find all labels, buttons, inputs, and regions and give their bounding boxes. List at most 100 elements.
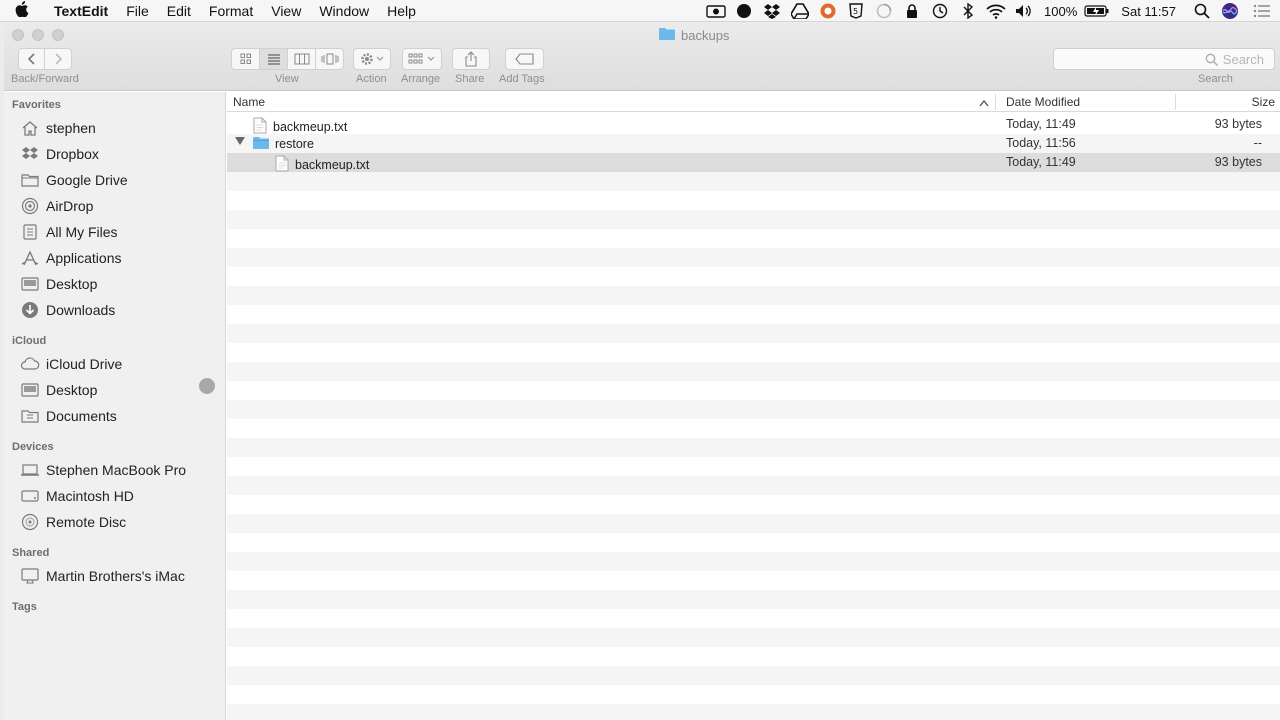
bluetooth-icon[interactable] xyxy=(954,3,982,19)
search-icon xyxy=(1205,53,1218,66)
lock-icon[interactable] xyxy=(898,3,926,19)
sidebar-section-icloud: iCloud xyxy=(12,335,47,347)
zoom-window-button[interactable] xyxy=(52,29,64,41)
view-mode-control xyxy=(231,48,344,70)
sidebar-item-icloud-desktop[interactable]: Desktop xyxy=(20,379,97,401)
view-label: View xyxy=(275,73,299,85)
battery-percent[interactable]: 100% xyxy=(1038,4,1083,19)
sidebar-item-all-my-files[interactable]: All My Files xyxy=(20,221,118,243)
share-button[interactable] xyxy=(452,48,490,70)
column-header-date[interactable]: Date Modified xyxy=(1006,95,1080,109)
airdrop-icon xyxy=(20,197,40,215)
row-stripe xyxy=(227,248,1280,267)
icon-view-button[interactable] xyxy=(232,49,260,69)
sidebar-item-remote-disc[interactable]: Remote Disc xyxy=(20,511,126,533)
dropbox-status-icon[interactable] xyxy=(758,3,786,19)
add-tags-label: Add Tags xyxy=(499,73,545,85)
imac-icon xyxy=(20,567,40,585)
sidebar-item-martin-imac[interactable]: Martin Brothers's iMac xyxy=(20,565,185,587)
sidebar-item-downloads[interactable]: Downloads xyxy=(20,299,115,321)
sidebar-item-desktop[interactable]: Desktop xyxy=(20,273,97,295)
sidebar-item-stephen[interactable]: stephen xyxy=(20,117,96,139)
add-tags-button[interactable] xyxy=(505,48,544,70)
icon-view-icon xyxy=(240,53,251,64)
desktop-icon xyxy=(20,275,40,293)
cover-flow-button[interactable] xyxy=(316,49,343,69)
column-header-name[interactable]: Name xyxy=(233,95,265,109)
menu-bar: TextEdit File Edit Format View Window He… xyxy=(0,0,1280,22)
column-header-size[interactable]: Size xyxy=(1252,95,1275,109)
volume-icon[interactable] xyxy=(1010,3,1038,19)
action-button[interactable] xyxy=(353,48,391,70)
orange-app-icon[interactable] xyxy=(814,3,842,19)
laptop-icon xyxy=(20,461,40,479)
list-view-button[interactable] xyxy=(260,49,288,69)
column-view-button[interactable] xyxy=(288,49,316,69)
arrange-button[interactable] xyxy=(402,48,442,70)
time-machine-icon[interactable] xyxy=(926,3,954,19)
sort-ascending-icon xyxy=(979,96,989,110)
sidebar-item-label: All My Files xyxy=(46,224,118,240)
table-row[interactable]: restore Today, 11:56 -- xyxy=(227,134,1280,153)
file-size: 93 bytes xyxy=(1214,155,1262,169)
window-title: backups xyxy=(659,27,729,43)
documents-icon xyxy=(20,407,40,425)
sidebar-item-label: Martin Brothers's iMac xyxy=(46,568,185,584)
sidebar-item-google-drive[interactable]: Google Drive xyxy=(20,169,128,191)
loading-spinner-icon[interactable] xyxy=(870,3,898,19)
screen-record-icon[interactable] xyxy=(702,4,730,18)
shield-5-icon[interactable]: 5 xyxy=(842,3,870,19)
forward-button[interactable] xyxy=(45,49,71,69)
sidebar-item-label: Macintosh HD xyxy=(46,488,134,504)
disclosure-triangle-icon[interactable] xyxy=(235,137,245,148)
home-icon xyxy=(20,119,40,137)
row-stripe xyxy=(227,476,1280,495)
back-button[interactable] xyxy=(19,49,46,69)
evernote-icon[interactable] xyxy=(730,3,758,19)
wifi-icon[interactable] xyxy=(982,3,1010,19)
google-drive-status-icon[interactable] xyxy=(786,3,814,19)
menu-format[interactable]: Format xyxy=(200,3,262,19)
sidebar-item-icloud-drive[interactable]: iCloud Drive xyxy=(20,353,122,375)
row-stripe xyxy=(227,704,1280,720)
column-separator[interactable] xyxy=(1175,94,1176,110)
battery-icon[interactable] xyxy=(1083,4,1111,18)
search-field[interactable]: Search xyxy=(1053,48,1275,70)
sidebar-item-macintosh-hd[interactable]: Macintosh HD xyxy=(20,485,134,507)
sidebar-item-airdrop[interactable]: AirDrop xyxy=(20,195,93,217)
action-label: Action xyxy=(356,73,387,85)
row-stripe xyxy=(227,628,1280,647)
text-file-icon xyxy=(275,155,289,175)
menu-view[interactable]: View xyxy=(262,3,310,19)
column-view-icon xyxy=(294,53,309,65)
menu-edit[interactable]: Edit xyxy=(158,3,200,19)
apple-menu-icon[interactable] xyxy=(0,0,44,21)
sidebar-section-tags: Tags xyxy=(12,601,37,613)
spotlight-search-icon[interactable] xyxy=(1188,3,1216,19)
row-stripe xyxy=(227,400,1280,419)
menu-app-name[interactable]: TextEdit xyxy=(44,3,117,19)
row-stripe xyxy=(227,590,1280,609)
sidebar-item-macbook-pro[interactable]: Stephen MacBook Pro xyxy=(20,459,186,481)
menubar-clock[interactable]: Sat 11:57 xyxy=(1111,4,1188,19)
menu-window[interactable]: Window xyxy=(310,3,378,19)
sidebar-item-applications[interactable]: Applications xyxy=(20,247,122,269)
search-placeholder: Search xyxy=(1222,51,1264,67)
sidebar-item-documents[interactable]: Documents xyxy=(20,405,117,427)
siri-icon[interactable] xyxy=(1216,2,1244,20)
minimize-window-button[interactable] xyxy=(32,29,44,41)
menu-help[interactable]: Help xyxy=(378,3,425,19)
sidebar-section-devices: Devices xyxy=(12,441,54,453)
menu-file[interactable]: File xyxy=(117,3,158,19)
table-row-selected[interactable]: backmeup.txt Today, 11:49 93 bytes xyxy=(227,153,1280,172)
sidebar-item-dropbox[interactable]: Dropbox xyxy=(20,143,99,165)
row-stripe xyxy=(227,286,1280,305)
table-row[interactable]: backmeup.txt Today, 11:49 93 bytes xyxy=(227,115,1280,134)
notification-center-icon[interactable] xyxy=(1244,4,1280,18)
sidebar-item-label: AirDrop xyxy=(46,198,94,214)
close-window-button[interactable] xyxy=(12,29,24,41)
back-forward-control xyxy=(18,48,72,70)
column-separator[interactable] xyxy=(995,94,996,110)
file-name: backmeup.txt xyxy=(273,120,348,134)
toolbar: backups Back/Forward View Action Arrange xyxy=(4,23,1280,91)
